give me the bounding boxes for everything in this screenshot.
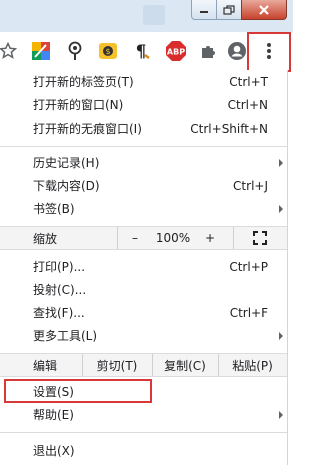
menu-item-label: 下载内容(D): [33, 179, 100, 193]
maximize-button[interactable]: [216, 0, 242, 20]
menu-item-label: 打开新的无痕窗口(I): [33, 122, 142, 136]
abp-extension-icon[interactable]: ABP: [165, 40, 187, 62]
zoom-label: 缩放: [33, 231, 58, 246]
menu-item-exit[interactable]: 退出(X): [0, 439, 287, 462]
menu-item-label: 打开新的窗口(N): [33, 98, 124, 112]
fullscreen-icon: [253, 231, 267, 245]
fullscreen-button[interactable]: [252, 227, 268, 249]
tab-ghost-icon: [143, 5, 165, 25]
menu-item-history[interactable]: 历史记录(H): [0, 151, 287, 174]
menu-item-label: 退出(X): [33, 444, 75, 458]
zoom-divider: [117, 227, 118, 249]
menu-separator: [0, 432, 287, 433]
menu-separator: [0, 146, 287, 147]
edit-row: 编辑 剪切(T) 复制(C) 粘贴(P): [0, 353, 287, 377]
minimize-button[interactable]: [191, 0, 217, 20]
close-icon: [259, 4, 269, 15]
menu-item-label: 投射(C)...: [33, 283, 87, 297]
pin-extension-icon[interactable]: [64, 40, 86, 62]
settings-highlight: [4, 379, 152, 403]
svg-text:$: $: [105, 47, 110, 56]
menu-item-new-incognito[interactable]: 打开新的无痕窗口(I) Ctrl+Shift+N: [0, 117, 287, 140]
menu-item-cast[interactable]: 投射(C)...: [0, 278, 287, 301]
menu-item-shortcut: Ctrl+F: [229, 305, 268, 320]
submenu-arrow-icon: [279, 332, 283, 340]
paragraph-extension-icon[interactable]: ¶: [131, 40, 153, 62]
close-window-button[interactable]: [241, 0, 287, 20]
menu-item-shortcut: Ctrl+T: [229, 74, 268, 89]
menu-item-label: 查找(F)...: [33, 306, 85, 320]
paste-button[interactable]: 粘贴(P): [218, 354, 287, 376]
menu-item-shortcut: Ctrl+Shift+N: [190, 121, 268, 136]
menu-button-highlight: [247, 32, 291, 72]
menu-item-more-tools[interactable]: 更多工具(L): [0, 324, 287, 347]
menu-item-bookmarks[interactable]: 书签(B): [0, 197, 287, 220]
menu-item-find[interactable]: 查找(F)... Ctrl+F: [0, 301, 287, 324]
menu-item-shortcut: Ctrl+P: [229, 259, 268, 274]
menu-item-print[interactable]: 打印(P)... Ctrl+P: [0, 255, 287, 278]
menu-item-label: 历史记录(H): [33, 156, 100, 170]
submenu-arrow-icon: [279, 159, 283, 167]
zoom-divider: [233, 227, 234, 249]
menu-item-label: 打开新的标签页(T): [33, 75, 134, 89]
copy-button[interactable]: 复制(C): [152, 354, 218, 376]
menu-item-label: 帮助(E): [33, 408, 74, 422]
submenu-arrow-icon: [279, 411, 283, 419]
colorful-extension-icon[interactable]: [30, 40, 52, 62]
restore-icon: [223, 4, 235, 15]
zoom-out-button[interactable]: –: [127, 227, 143, 249]
submenu-arrow-icon: [279, 205, 283, 213]
star-icon[interactable]: [0, 40, 19, 62]
menu-item-label: 打印(P)...: [33, 260, 86, 274]
menu-item-new-tab[interactable]: 打开新的标签页(T) Ctrl+T: [0, 70, 287, 93]
minimize-icon: [200, 10, 208, 13]
svg-text:ABP: ABP: [167, 48, 185, 57]
menu-item-shortcut: Ctrl+N: [227, 97, 268, 112]
menu-item-help[interactable]: 帮助(E): [0, 403, 287, 426]
svg-text:¶: ¶: [136, 42, 147, 61]
window-title-bar: [0, 0, 293, 32]
menu-item-label: 书签(B): [33, 202, 75, 216]
dollar-extension-icon[interactable]: $: [97, 40, 119, 62]
menu-item-downloads[interactable]: 下载内容(D) Ctrl+J: [0, 174, 287, 197]
cut-button[interactable]: 剪切(T): [82, 354, 152, 376]
menu-item-new-window[interactable]: 打开新的窗口(N) Ctrl+N: [0, 93, 287, 116]
menu-item-label: 更多工具(L): [33, 329, 98, 343]
chrome-main-menu: 打开新的标签页(T) Ctrl+T 打开新的窗口(N) Ctrl+N 打开新的无…: [0, 70, 288, 465]
zoom-row: 缩放 – 100% +: [0, 226, 287, 250]
menu-item-shortcut: Ctrl+J: [233, 178, 268, 193]
zoom-in-button[interactable]: +: [202, 227, 218, 249]
puzzle-icon[interactable]: [197, 40, 219, 62]
edit-label: 编辑: [33, 358, 58, 373]
profile-icon[interactable]: [226, 40, 248, 62]
zoom-level: 100%: [155, 231, 191, 245]
